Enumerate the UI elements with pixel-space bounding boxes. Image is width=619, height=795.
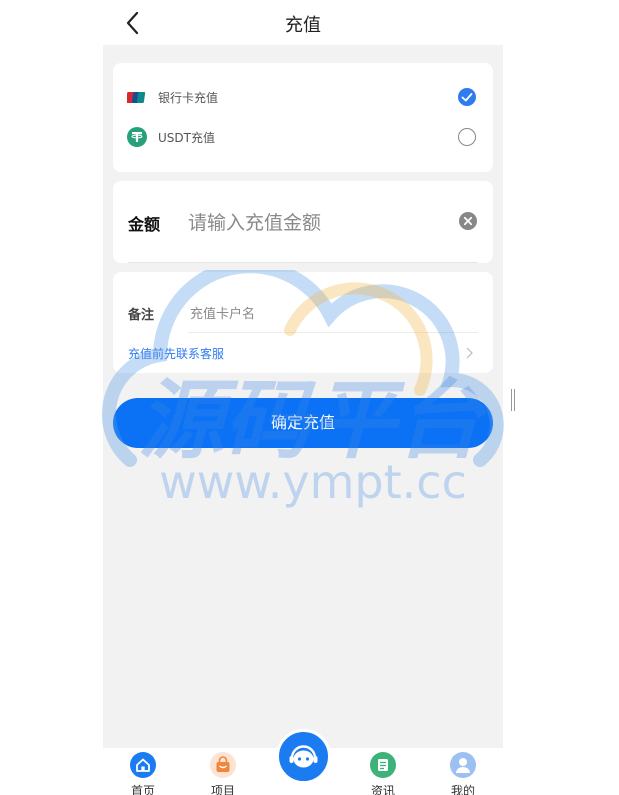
header: 充值 bbox=[103, 0, 503, 45]
amount-input[interactable] bbox=[186, 207, 450, 239]
amount-label: 金额 bbox=[128, 215, 161, 234]
remark-input[interactable] bbox=[188, 302, 472, 326]
contact-service-link[interactable]: 充值前先联系客服 bbox=[128, 345, 224, 362]
unionpay-icon bbox=[127, 92, 146, 103]
scroll-handle[interactable] bbox=[511, 389, 515, 411]
divider bbox=[128, 262, 478, 263]
tether-icon bbox=[127, 127, 147, 147]
remark-label: 备注 bbox=[128, 308, 155, 323]
news-icon bbox=[370, 752, 396, 778]
tab-label: 我的 bbox=[450, 784, 475, 795]
method-bank-card[interactable]: 银行卡充值 bbox=[113, 77, 493, 117]
tab-projects[interactable]: 项目 bbox=[183, 748, 263, 795]
clear-icon[interactable] bbox=[459, 212, 477, 230]
divider bbox=[188, 332, 478, 333]
method-label: 银行卡充值 bbox=[158, 91, 219, 105]
customer-service-icon bbox=[289, 745, 318, 768]
radio-unchecked[interactable] bbox=[458, 128, 476, 146]
chevron-right-icon[interactable] bbox=[464, 347, 474, 359]
amount-card: 金额 bbox=[113, 181, 493, 263]
phone-frame: 充值 银行卡充值 USDT充值 金额 请输入充值金额 备注 充值卡户名 充值前先… bbox=[103, 0, 503, 795]
method-usdt[interactable]: USDT充值 bbox=[113, 117, 493, 157]
tab-label: 资讯 bbox=[370, 784, 395, 795]
customer-service-button[interactable] bbox=[276, 729, 331, 784]
back-arrow-icon[interactable] bbox=[121, 10, 147, 36]
home-icon bbox=[130, 752, 156, 778]
tab-news[interactable]: 资讯 bbox=[343, 748, 423, 795]
remark-card: 备注 充值前先联系客服 bbox=[113, 272, 493, 373]
user-icon bbox=[450, 752, 476, 778]
tab-label: 首页 bbox=[130, 784, 155, 795]
tab-label: 项目 bbox=[210, 784, 235, 795]
checkmark-icon bbox=[461, 93, 473, 102]
bag-icon bbox=[210, 752, 236, 778]
tab-home[interactable]: 首页 bbox=[103, 748, 183, 795]
confirm-recharge-button[interactable]: 确定充值 bbox=[113, 398, 493, 448]
method-label: USDT充值 bbox=[158, 131, 215, 145]
page-title: 充值 bbox=[285, 15, 321, 36]
radio-checked[interactable] bbox=[458, 88, 476, 106]
tab-mine[interactable]: 我的 bbox=[423, 748, 503, 795]
payment-method-card: 银行卡充值 USDT充值 bbox=[113, 63, 493, 172]
